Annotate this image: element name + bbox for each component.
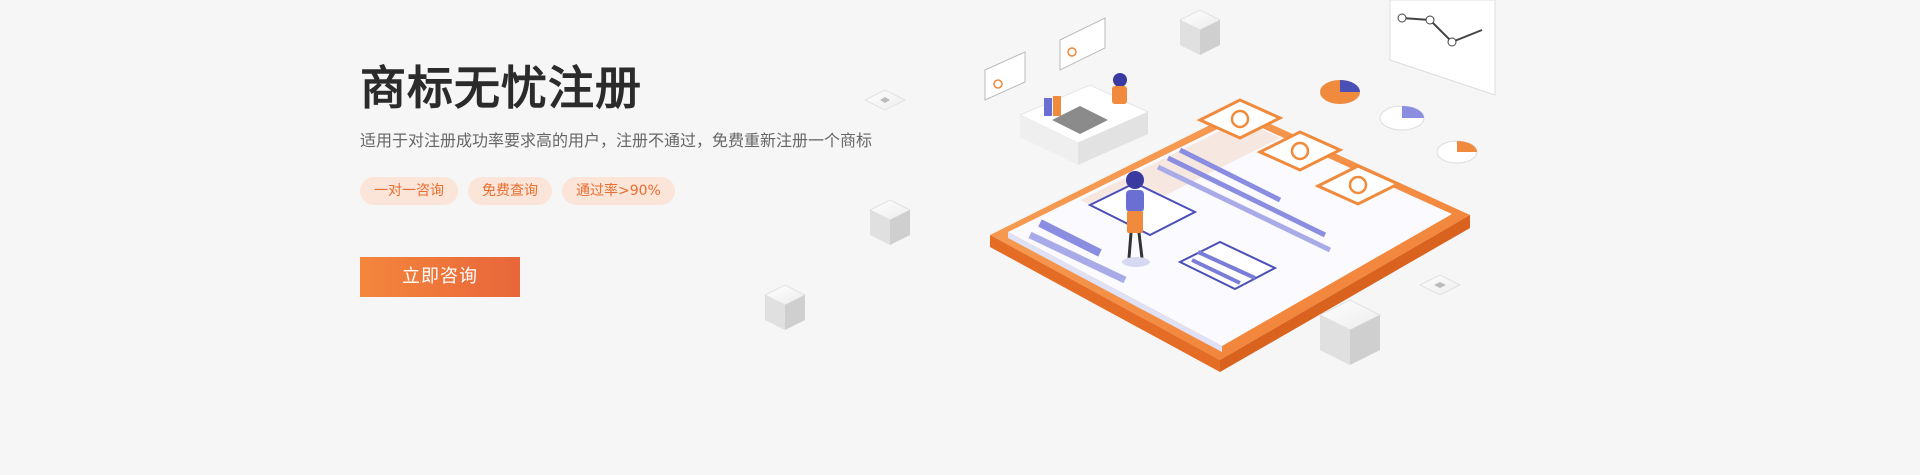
hero-banner: 商标无忧注册 适用于对注册成功率要求高的用户，注册不通过，免费重新注册一个商标 … — [0, 0, 1920, 475]
tag-pass-rate: 通过率>90% — [562, 177, 675, 205]
consult-now-button[interactable]: 立即咨询 — [360, 257, 520, 297]
tag-free-search: 免费查询 — [468, 177, 552, 205]
tag-consult: 一对一咨询 — [360, 177, 458, 205]
desk-icon — [1018, 73, 1150, 165]
pie-chart-icon — [1320, 80, 1478, 164]
line-chart-icon — [1389, 0, 1496, 96]
hero-illustration — [740, 0, 1520, 475]
